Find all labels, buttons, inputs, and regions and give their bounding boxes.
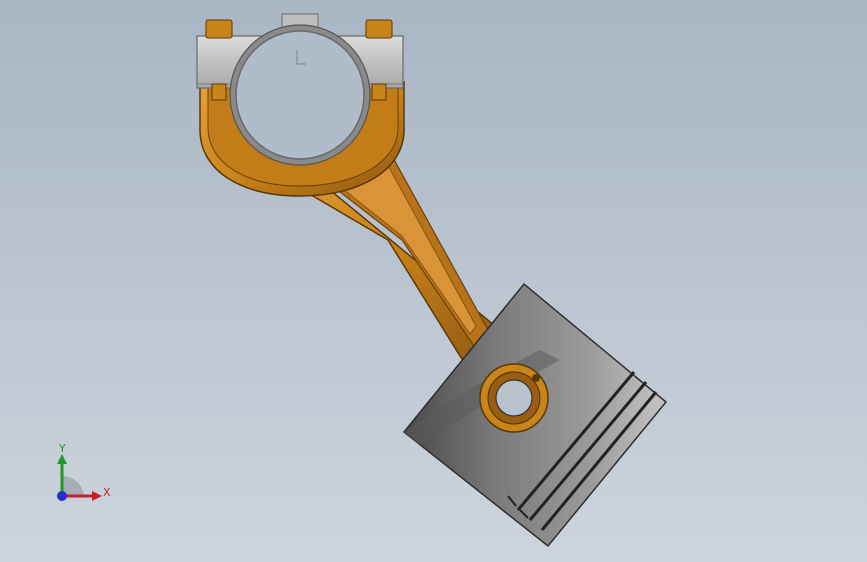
view-triad[interactable]	[44, 440, 124, 510]
triad-z-axis-icon	[57, 491, 67, 501]
graphics-viewport[interactable]: Y X	[0, 0, 867, 562]
crank-bore	[229, 24, 371, 166]
triad-x-label: X	[103, 486, 111, 499]
triad-x-arrow-icon	[92, 491, 102, 501]
small-end	[479, 363, 549, 433]
connecting-rod-piston-model[interactable]	[0, 0, 867, 562]
triad-y-arrow-icon	[57, 454, 67, 464]
triad-y-label: Y	[59, 442, 66, 455]
